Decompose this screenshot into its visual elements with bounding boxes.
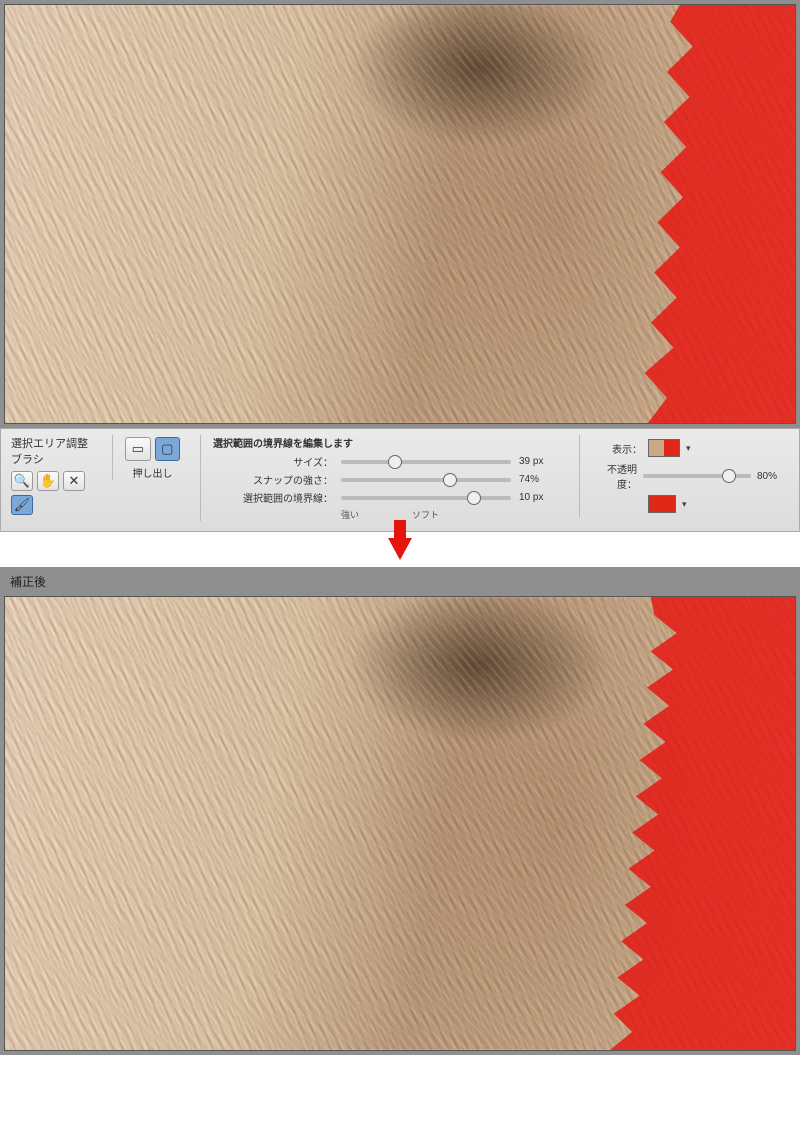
edge-slider[interactable] [341,496,511,500]
after-canvas[interactable] [4,596,796,1051]
mode-section: ▭ ▢ 押し出し [112,435,192,480]
size-value: 39 px [519,456,559,467]
opacity-row: 不透明度： 80% [592,461,777,491]
display-row: 表示： ▾ [592,439,777,457]
edge-end-labels: 強い ソフト [213,508,559,521]
size-slider[interactable] [341,460,511,464]
sliders-section: 選択範囲の境界線を編集します サイズ： 39 px スナップの強さ： 74% 選… [200,435,571,521]
arrow-separator [0,532,800,567]
size-row: サイズ： 39 px [213,454,559,469]
before-canvas[interactable] [4,4,796,424]
zoom-tool[interactable]: 🔍 [11,471,33,491]
display-dropdown-icon[interactable]: ▾ [686,443,691,454]
size-label: サイズ： [213,454,333,469]
snap-label: スナップの強さ： [213,472,333,487]
display-thumb[interactable] [648,439,680,457]
color-row: ▾ [592,495,777,513]
display-label: 表示： [592,441,642,456]
edge-end-high: ソフト [412,508,439,521]
after-label: 補正後 [0,567,800,592]
tool-row-2: 🖌 [11,495,92,515]
shuffle-icon: ✕ [69,473,80,489]
hand-tool[interactable]: ✋ [37,471,59,491]
rect-a-icon: ▭ [132,441,144,457]
display-section: 表示： ▾ 不透明度： 80% ▾ [579,435,789,517]
edge-thumb[interactable] [467,491,481,505]
snap-slider[interactable] [341,478,511,482]
shuffle-tool[interactable]: ✕ [63,471,85,491]
down-arrow-icon [388,538,412,560]
panel-title: 選択エリア調整ブラシ [11,435,92,467]
after-frame [0,592,800,1055]
opacity-thumb[interactable] [722,469,736,483]
opacity-value: 80% [757,471,777,482]
mode-a-button[interactable]: ▭ [125,437,151,461]
opacity-label: 不透明度： [592,461,637,491]
sliders-heading: 選択範囲の境界線を編集します [213,435,559,450]
mode-buttons: ▭ ▢ [125,437,180,461]
before-frame [0,0,800,428]
edge-end-low: 強い [341,508,359,521]
brush-icon: 🖌 [14,497,31,513]
mode-label: 押し出し [125,465,180,480]
mask-color-swatch[interactable] [648,495,676,513]
opacity-slider[interactable] [643,474,751,478]
brush-options-panel: 選択エリア調整ブラシ 🔍 ✋ ✕ 🖌 ▭ ▢ 押し出し 選択範囲の境界線を編集し… [0,428,800,532]
rect-b-icon: ▢ [161,441,173,457]
mode-b-button[interactable]: ▢ [155,437,181,461]
snap-row: スナップの強さ： 74% [213,472,559,487]
edge-label: 選択範囲の境界線： [213,490,333,505]
snap-thumb[interactable] [443,473,457,487]
size-thumb[interactable] [388,455,402,469]
brush-tool[interactable]: 🖌 [11,495,33,515]
tool-row-1: 🔍 ✋ ✕ [11,471,92,491]
snap-value: 74% [519,474,559,485]
tools-section: 選択エリア調整ブラシ 🔍 ✋ ✕ 🖌 [11,435,104,515]
edge-value: 10 px [519,492,559,503]
hand-icon: ✋ [40,473,56,489]
edge-row: 選択範囲の境界線： 10 px [213,490,559,505]
color-dropdown-icon[interactable]: ▾ [682,499,687,510]
zoom-icon: 🔍 [14,473,30,489]
